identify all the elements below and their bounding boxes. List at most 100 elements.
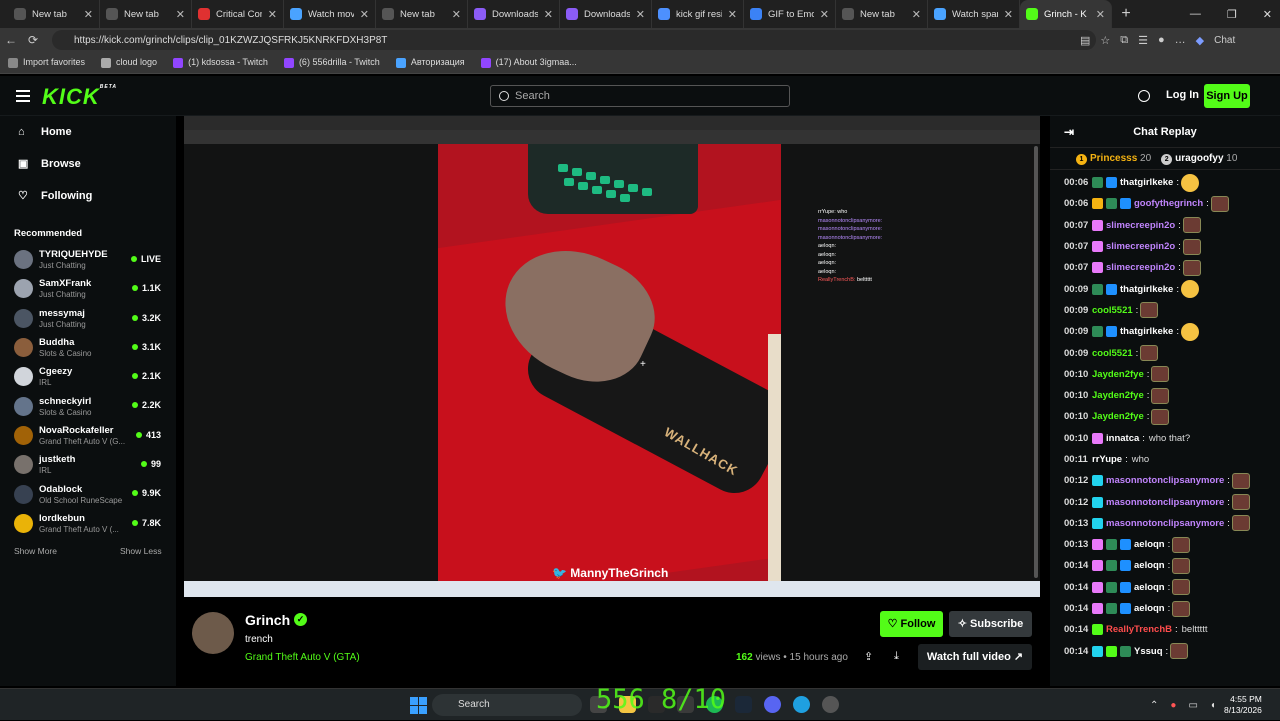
refresh-icon[interactable]: ⟳ <box>22 33 44 47</box>
browser-tab[interactable]: Watch movie n ✕ <box>284 0 376 28</box>
clock[interactable]: 4:55 PM 8/13/2026 <box>1224 694 1262 716</box>
browser-tab[interactable]: Grinch - K ✕ <box>1020 0 1112 28</box>
show-more-button[interactable]: Show More <box>14 546 57 556</box>
sidebar-item-home[interactable]: ⌂ Home <box>0 116 176 148</box>
language-globe-icon[interactable] <box>1138 90 1150 102</box>
download-icon[interactable]: ⤓ <box>894 650 899 663</box>
video-player[interactable]: WALLHACK rrYupe: who masonnotonclipsanymo… <box>184 116 1040 597</box>
show-less-button[interactable]: Show Less <box>120 546 162 556</box>
sidebar-item-following[interactable]: ♡ Following <box>0 180 176 212</box>
chat-username[interactable]: aeloqn <box>1134 582 1165 593</box>
watch-full-video-button[interactable]: Watch full video ↗ <box>918 644 1032 670</box>
recommended-channel[interactable]: SamXFrank Just Chatting 1.1K <box>0 274 176 303</box>
search-input[interactable]: Search <box>490 85 790 107</box>
game-link[interactable]: Grand Theft Auto V (GTA) <box>245 652 360 663</box>
browser-tab[interactable]: New tab ✕ <box>376 0 468 28</box>
back-icon[interactable]: ← <box>0 33 22 47</box>
chat-username[interactable]: innatca <box>1106 433 1139 444</box>
steam-icon[interactable] <box>735 696 752 713</box>
browser-tab[interactable]: Downloads | X ✕ <box>468 0 560 28</box>
mic-icon[interactable]: ● <box>1170 700 1176 711</box>
volume-icon[interactable]: ◖ <box>1210 700 1216 711</box>
tab-close-icon[interactable]: ✕ <box>176 8 185 21</box>
chat-username[interactable]: Jayden2fye <box>1092 369 1144 380</box>
chat-username[interactable]: cool5521 <box>1092 305 1133 316</box>
subscribe-button[interactable]: ✧ Subscribe <box>949 611 1032 637</box>
recommended-channel[interactable]: Odablock Old School RuneScape 9.9K <box>0 479 176 508</box>
recommended-channel[interactable]: justketh IRL 99 <box>0 450 176 479</box>
top-gifter[interactable]: 2 uragoofyy 10 <box>1161 153 1237 165</box>
top-gifter[interactable]: 1 Princesss 20 <box>1076 153 1151 165</box>
maximize-icon[interactable]: ❐ <box>1227 8 1237 21</box>
chat-username[interactable]: goofythegrinch <box>1134 198 1203 209</box>
taskbar-search[interactable]: Search <box>432 694 582 716</box>
channel-name[interactable]: Grinch <box>245 612 290 628</box>
chat-username[interactable]: slimecreepin2o <box>1106 262 1175 273</box>
browser-tab[interactable]: New tab ✕ <box>8 0 100 28</box>
kick-logo[interactable]: KICKBETA <box>42 84 117 110</box>
tab-close-icon[interactable]: ✕ <box>84 8 93 21</box>
tab-close-icon[interactable]: ✕ <box>452 8 461 21</box>
extensions-icon[interactable]: ⧉ <box>1120 34 1128 47</box>
chat-username[interactable]: masonnotonclipsanymore <box>1106 518 1224 529</box>
windows-start-icon[interactable] <box>410 697 427 714</box>
share-icon[interactable]: ⇪ <box>864 650 873 663</box>
chat-username[interactable]: ReallyTrenchB <box>1106 624 1172 635</box>
settings-icon[interactable] <box>822 696 839 713</box>
bookmark-item[interactable]: (1) kdsossa - Twitch <box>173 57 268 68</box>
chat-username[interactable]: masonnotonclipsanymore <box>1106 475 1224 486</box>
signup-button[interactable]: Sign Up <box>1204 84 1250 108</box>
chat-username[interactable]: thatgirlkeke <box>1120 284 1173 295</box>
chat-username[interactable]: aeloqn <box>1134 539 1165 550</box>
bookmark-item[interactable]: Авторизация <box>395 57 465 68</box>
tab-close-icon[interactable]: ✕ <box>544 8 553 21</box>
tab-close-icon[interactable]: ✕ <box>360 8 369 21</box>
chevron-up-icon[interactable]: ⌃ <box>1150 700 1158 711</box>
recommended-channel[interactable]: Cgeezy IRL 2.1K <box>0 362 176 391</box>
browser-tab[interactable]: GIF to Emote C ✕ <box>744 0 836 28</box>
login-button[interactable]: Log In <box>1166 89 1199 101</box>
channel-avatar[interactable] <box>192 612 234 654</box>
chat-username[interactable]: slimecreepin2o <box>1106 220 1175 231</box>
edge-icon[interactable] <box>793 696 810 713</box>
star-icon[interactable]: ☆ <box>1100 34 1110 47</box>
chat-username[interactable]: Jayden2fye <box>1092 411 1144 422</box>
copilot-icon[interactable]: ◆ <box>1196 34 1204 47</box>
browser-tab[interactable]: kick gif resizer ✕ <box>652 0 744 28</box>
tab-close-icon[interactable]: ✕ <box>268 8 277 21</box>
follow-button[interactable]: ♡ Follow <box>880 611 943 637</box>
chat-username[interactable]: aeloqn <box>1134 560 1165 571</box>
chat-username[interactable]: rrYupe <box>1092 454 1122 465</box>
browser-tab[interactable]: Watch spanky ✕ <box>928 0 1020 28</box>
network-icon[interactable]: ▭ <box>1188 700 1197 711</box>
more-icon[interactable]: … <box>1175 34 1186 46</box>
recommended-channel[interactable]: NovaRockafeller Grand Theft Auto V (G... 4… <box>0 421 176 450</box>
tab-close-icon[interactable]: ✕ <box>912 8 921 21</box>
chat-button[interactable]: Chat <box>1214 35 1235 46</box>
minimize-icon[interactable]: — <box>1190 8 1201 20</box>
tab-close-icon[interactable]: ✕ <box>728 8 737 21</box>
chat-username[interactable]: Jayden2fye <box>1092 390 1144 401</box>
recommended-channel[interactable]: Buddha Slots & Casino 3.1K <box>0 333 176 362</box>
chat-username[interactable]: thatgirlkeke <box>1120 177 1173 188</box>
recommended-channel[interactable]: lordkebun Grand Theft Auto V (... 7.8K <box>0 509 176 538</box>
tab-close-icon[interactable]: ✕ <box>1004 8 1013 21</box>
bookmark-item[interactable]: Import favorites <box>8 57 85 68</box>
reader-icon[interactable]: ▤ <box>1080 34 1090 47</box>
bookmark-item[interactable]: (6) 556drilla - Twitch <box>283 57 380 68</box>
browser-tab[interactable]: Downloads | X ✕ <box>560 0 652 28</box>
tab-close-icon[interactable]: ✕ <box>636 8 645 21</box>
browser-tab[interactable]: Critical Conditio ✕ <box>192 0 284 28</box>
tab-close-icon[interactable]: ✕ <box>1096 8 1105 21</box>
tab-close-icon[interactable]: ✕ <box>820 8 829 21</box>
chat-username[interactable]: masonnotonclipsanymore <box>1106 497 1224 508</box>
chat-username[interactable]: thatgirlkeke <box>1120 326 1173 337</box>
collapse-chat-icon[interactable]: ⇥ <box>1064 116 1074 148</box>
recommended-channel[interactable]: TYRIQUEHYDE Just Chatting LIVE <box>0 245 176 274</box>
browser-tab[interactable]: New tab ✕ <box>836 0 928 28</box>
recommended-channel[interactable]: messymaj Just Chatting 3.2K <box>0 304 176 333</box>
chat-username[interactable]: Yssuq <box>1134 646 1163 657</box>
discord-icon[interactable] <box>764 696 781 713</box>
menu-icon[interactable] <box>16 90 30 102</box>
new-tab-button[interactable]: + <box>1112 5 1140 23</box>
